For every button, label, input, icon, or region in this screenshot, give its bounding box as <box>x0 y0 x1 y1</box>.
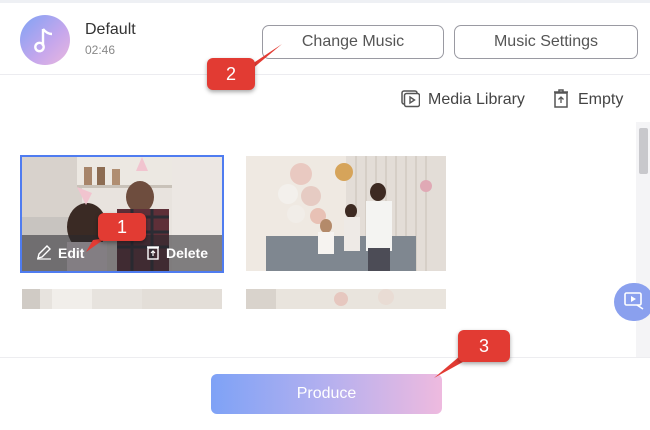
media-library-button[interactable]: Media Library <box>400 88 525 112</box>
change-music-button[interactable]: Change Music <box>262 25 444 59</box>
photo-thumbnail[interactable] <box>22 289 222 309</box>
scrollbar-thumb[interactable] <box>639 128 648 174</box>
step-callout-3: 3 <box>458 330 510 362</box>
empty-button[interactable]: Empty <box>552 88 623 112</box>
music-settings-button[interactable]: Music Settings <box>454 25 638 59</box>
music-duration: 02:46 <box>85 43 116 57</box>
edit-button[interactable]: Edit <box>36 244 84 263</box>
preview-icon <box>623 290 645 315</box>
trash-icon <box>552 88 570 113</box>
music-bar: Default 02:46 Change Music Music Setting… <box>0 3 650 75</box>
produce-button[interactable]: Produce <box>211 374 442 414</box>
photo-image <box>246 289 446 309</box>
delete-button[interactable]: Delete <box>146 244 208 263</box>
music-note-icon <box>20 15 70 65</box>
family-photo-image <box>246 156 446 271</box>
preview-button[interactable] <box>614 283 650 321</box>
music-name: Default <box>85 21 136 38</box>
edit-label: Edit <box>58 245 85 261</box>
photo-thumbnail[interactable] <box>246 289 446 309</box>
media-library-label: Media Library <box>428 91 525 108</box>
photo-image <box>22 289 222 309</box>
step-callout-1: 1 <box>98 213 146 241</box>
pencil-icon <box>36 244 52 263</box>
empty-label: Empty <box>578 91 624 108</box>
photo-thumbnail[interactable] <box>246 156 446 271</box>
step-callout-2: 2 <box>207 58 255 90</box>
trash-icon <box>146 244 160 263</box>
delete-label: Delete <box>165 245 208 261</box>
media-library-icon <box>400 88 421 113</box>
